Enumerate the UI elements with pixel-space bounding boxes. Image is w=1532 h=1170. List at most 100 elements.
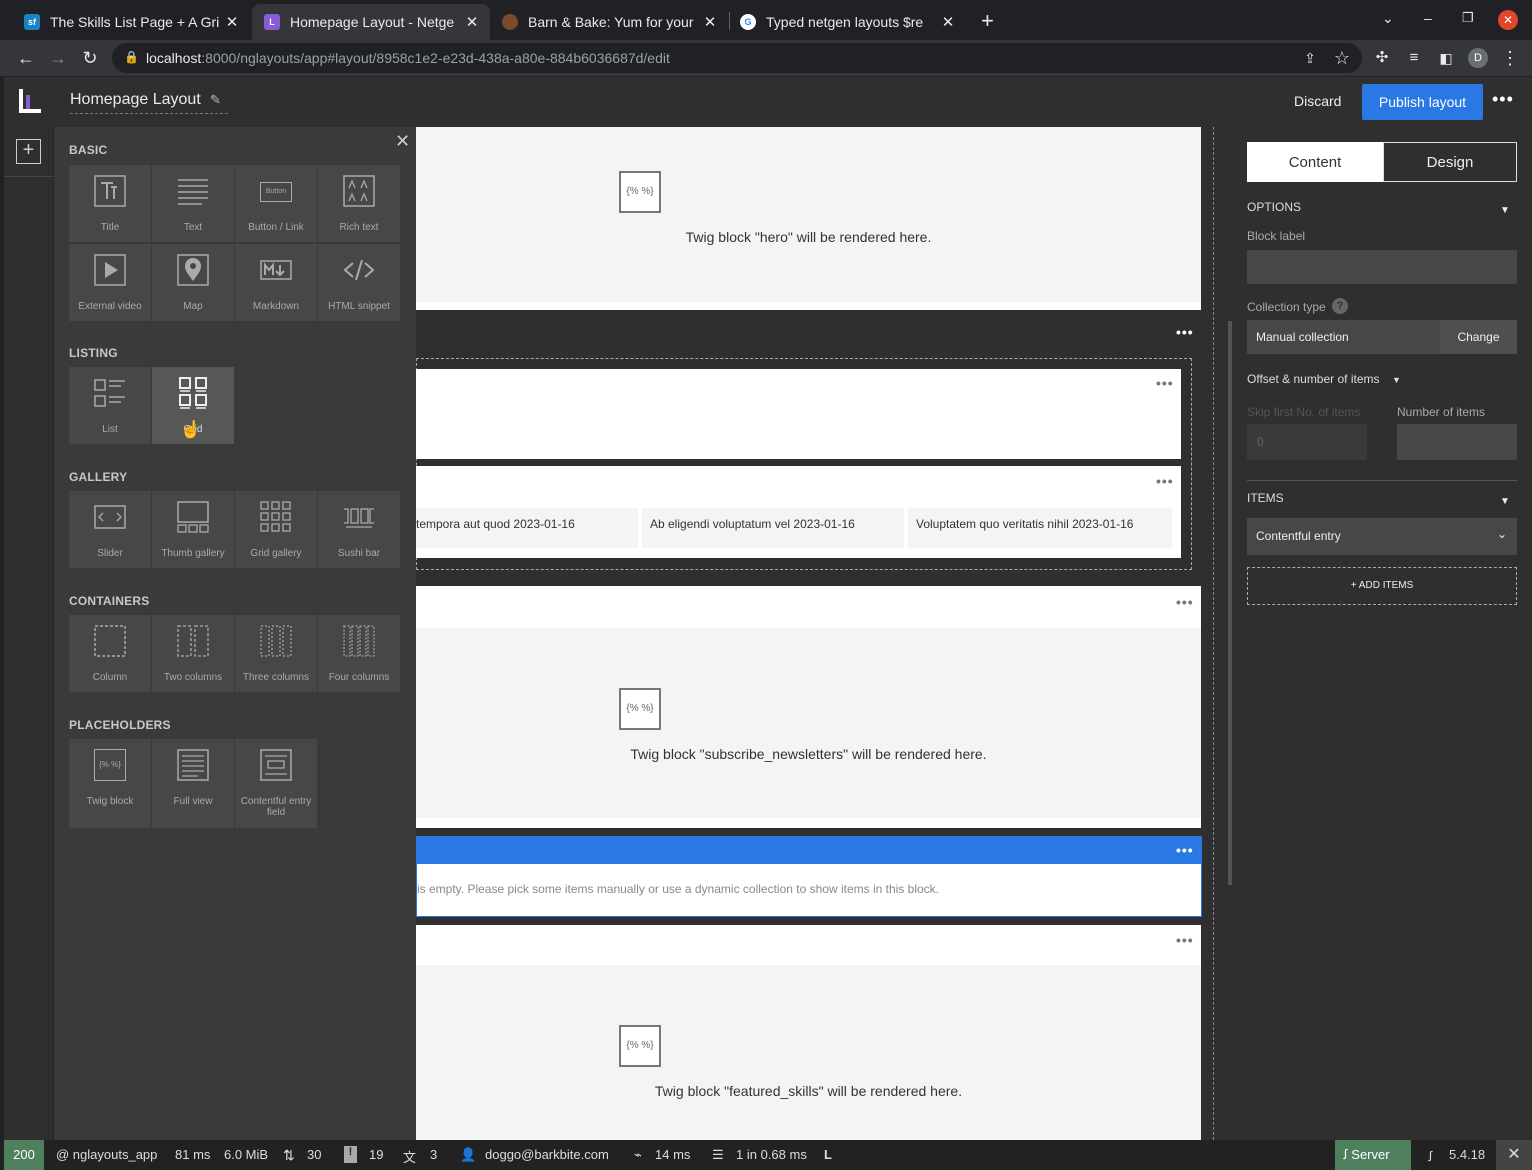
back-icon[interactable]: ←: [16, 48, 36, 68]
block-subscribe-newsletters[interactable]: {% %} Twig block "subscribe_newsletters"…: [416, 628, 1201, 818]
block-list[interactable]: List: [69, 367, 151, 444]
block-rich-text[interactable]: Rich text: [318, 165, 400, 242]
minimize-icon[interactable]: –: [1424, 10, 1432, 26]
selected-block-header[interactable]: [416, 836, 1202, 864]
block-options-icon[interactable]: •••: [1176, 324, 1194, 340]
block-hero[interactable]: {% %} Twig block "hero" will be rendered…: [416, 127, 1201, 302]
translations-count[interactable]: 3: [430, 1147, 437, 1162]
block-featured-skills[interactable]: {% %} Twig block "featured_skills" will …: [416, 965, 1201, 1140]
skip-items-input[interactable]: 0: [1247, 424, 1367, 460]
address-bar[interactable]: 🔒 localhost:8000/nglayouts/app#layout/89…: [112, 43, 1362, 73]
options-heading[interactable]: OPTIONS: [1247, 200, 1301, 214]
collapse-caret-icon[interactable]: ▼: [1500, 205, 1510, 216]
user-email[interactable]: doggo@barkbite.com: [485, 1147, 609, 1162]
item-type-select[interactable]: Contentful entry ⌄: [1247, 518, 1517, 555]
publish-layout-button[interactable]: Publish layout: [1362, 84, 1483, 120]
scrollbar[interactable]: [1228, 321, 1232, 885]
translation-icon: 文: [403, 1150, 417, 1165]
layout-title[interactable]: Homepage Layout ✎: [70, 91, 228, 114]
block-options-icon[interactable]: •••: [1176, 842, 1194, 858]
close-panel-icon[interactable]: ✕: [395, 131, 410, 152]
forward-icon[interactable]: →: [48, 48, 68, 68]
close-toolbar-icon[interactable]: ✕: [1496, 1140, 1532, 1170]
browser-tab[interactable]: Barn & Bake: Yum for your ✕: [490, 4, 728, 40]
status-code-badge[interactable]: 200: [4, 1140, 44, 1170]
warnings-count[interactable]: 19: [369, 1147, 383, 1162]
block-label-input[interactable]: [1247, 250, 1517, 284]
block-grid[interactable]: Grid ☝: [152, 367, 234, 444]
block-button-link[interactable]: Button Button / Link: [235, 165, 317, 242]
collapse-caret-icon[interactable]: ▼: [1500, 496, 1510, 507]
side-panel-icon[interactable]: ◧: [1436, 48, 1456, 68]
profile-avatar[interactable]: D: [1468, 48, 1488, 68]
block-two-columns[interactable]: Two columns: [152, 615, 234, 692]
block-options-icon[interactable]: •••: [1156, 473, 1174, 489]
block-contentful-entry-field[interactable]: Contentful entry field: [235, 739, 317, 828]
close-icon[interactable]: ✕: [938, 13, 958, 31]
browser-tab[interactable]: G Typed netgen layouts $re ✕: [728, 4, 966, 40]
block-markdown[interactable]: Markdown: [235, 244, 317, 321]
items-heading[interactable]: ITEMS: [1247, 491, 1284, 505]
block-html-snippet[interactable]: HTML snippet: [318, 244, 400, 321]
grid-item[interactable]: Ab eligendi voluptatum vel 2023-01-16: [642, 508, 904, 548]
block-thumb-gallery[interactable]: Thumb gallery: [152, 491, 234, 568]
dropdown-caret-icon[interactable]: ▼: [1392, 375, 1401, 385]
edit-pencil-icon[interactable]: ✎: [210, 92, 221, 108]
route-name[interactable]: @ nglayouts_app: [56, 1147, 157, 1162]
block-sushi-bar[interactable]: Sushi bar: [318, 491, 400, 568]
block-external-video[interactable]: External video: [69, 244, 151, 321]
grid-item[interactable]: tempora aut quod 2023-01-16: [416, 508, 638, 548]
memory-usage[interactable]: 6.0 MiB: [224, 1147, 268, 1162]
browser-menu-icon[interactable]: ⋮: [1500, 48, 1520, 68]
block-title[interactable]: Title: [69, 165, 151, 242]
new-tab-icon[interactable]: +: [981, 8, 994, 34]
block-full-view[interactable]: Full view: [152, 739, 234, 828]
reload-icon[interactable]: ↻: [80, 48, 100, 68]
window-close-icon[interactable]: ✕: [1498, 10, 1518, 30]
restore-icon[interactable]: ❐: [1462, 10, 1474, 26]
offset-toggle[interactable]: Offset & number of items: [1247, 372, 1380, 386]
forms-count[interactable]: 30: [307, 1147, 321, 1162]
browser-tab-active[interactable]: L Homepage Layout - Netge ✕: [252, 4, 490, 40]
add-block-icon[interactable]: +: [16, 139, 41, 164]
database-queries[interactable]: 1 in 0.68 ms: [736, 1147, 807, 1162]
block-column[interactable]: Column: [69, 615, 151, 692]
block-map[interactable]: Map: [152, 244, 234, 321]
bookmark-star-icon[interactable]: ☆: [1332, 48, 1352, 68]
block-three-columns[interactable]: Three columns: [235, 615, 317, 692]
close-icon[interactable]: ✕: [700, 13, 720, 31]
block-text[interactable]: Text: [152, 165, 234, 242]
rail-divider: [4, 176, 54, 177]
events-time[interactable]: 14 ms: [655, 1147, 690, 1162]
block-options-icon[interactable]: •••: [1176, 932, 1194, 948]
block-twig-block[interactable]: {% %} Twig block: [69, 739, 151, 828]
media-queue-icon[interactable]: ≡: [1404, 48, 1424, 68]
tab-search-chevron-icon[interactable]: ⌄: [1382, 10, 1394, 27]
block-options-icon[interactable]: •••: [1176, 594, 1194, 610]
extensions-icon[interactable]: ✣: [1372, 48, 1392, 68]
tile-label: HTML snippet: [328, 301, 390, 312]
change-collection-button[interactable]: Change: [1440, 320, 1517, 354]
close-icon[interactable]: ✕: [222, 13, 242, 31]
share-icon[interactable]: ⇪: [1300, 48, 1320, 68]
server-badge[interactable]: ꭍ Server: [1335, 1140, 1411, 1170]
help-icon[interactable]: ?: [1332, 298, 1348, 314]
more-options-icon[interactable]: •••: [1492, 89, 1514, 110]
number-of-items-input[interactable]: [1397, 424, 1517, 460]
block-grid-gallery[interactable]: Grid gallery: [235, 491, 317, 568]
zone-edge: [416, 302, 1201, 310]
block-slider[interactable]: Slider: [69, 491, 151, 568]
block-listing-empty[interactable]: [416, 369, 1181, 459]
discard-button[interactable]: Discard: [1294, 93, 1341, 109]
close-icon[interactable]: ✕: [462, 13, 482, 31]
netgen-layouts-icon[interactable]: L: [824, 1147, 832, 1162]
grid-item[interactable]: Voluptatem quo veritatis nihil 2023-01-1…: [908, 508, 1172, 548]
request-time[interactable]: 81 ms: [175, 1147, 210, 1162]
tab-content[interactable]: Content: [1247, 142, 1383, 182]
browser-tab[interactable]: sf The Skills List Page + A Gri ✕: [12, 4, 250, 40]
tab-design[interactable]: Design: [1383, 142, 1517, 182]
symfony-version[interactable]: 5.4.18: [1449, 1147, 1485, 1162]
block-options-icon[interactable]: •••: [1156, 375, 1174, 391]
block-four-columns[interactable]: Four columns: [318, 615, 400, 692]
add-items-button[interactable]: + ADD ITEMS: [1247, 567, 1517, 605]
